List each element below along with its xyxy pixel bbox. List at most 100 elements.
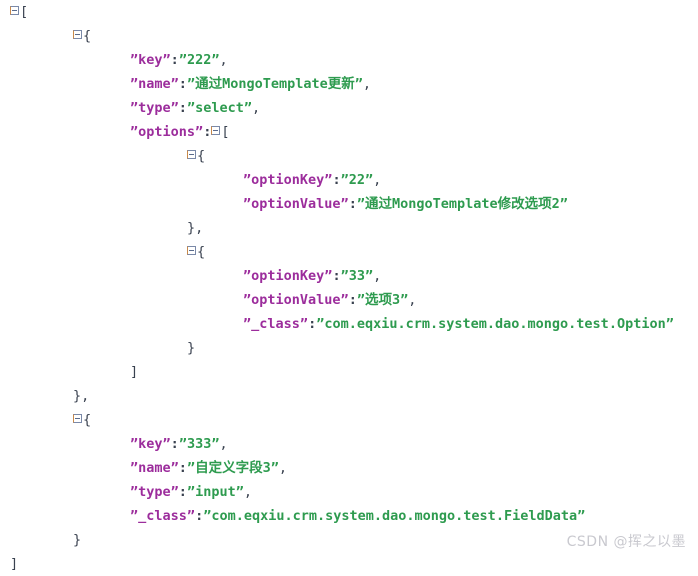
json-key: optionKey [251,268,325,284]
json-key: _class [251,316,300,332]
json-colon: : [332,172,341,188]
json-quote: ” [243,172,252,188]
json-value: 33 [348,268,365,284]
json-colon: : [178,100,187,116]
json-quote: ” [270,460,279,476]
json-key: name [138,460,171,476]
json-punctuation: } [73,532,82,548]
json-line: ”type”:”input”, [0,480,698,504]
json-line: ] [0,360,698,384]
json-line: }, [0,384,698,408]
collapse-toggle-icon[interactable] [10,6,19,15]
collapse-toggle-icon[interactable] [187,150,196,159]
json-punctuation: { [197,244,206,260]
json-line: ”_class”:”com.eqxiu.crm.system.dao.mongo… [0,312,698,336]
json-quote: ” [186,100,196,116]
json-line: ”optionValue”:”选项3”, [0,288,698,312]
json-colon: : [308,316,317,332]
json-quote: ” [186,76,196,92]
json-value: 22 [348,172,365,188]
json-line: }, [0,216,698,240]
json-value: 选项3 [364,292,401,308]
json-quote: ” [170,460,179,476]
json-punctuation: , [252,100,261,116]
json-quote: ” [170,100,179,116]
json-value: select [195,100,244,116]
json-key: _class [138,508,187,524]
json-quote: ” [170,76,179,92]
json-quote: ” [243,316,252,332]
json-line: { [0,240,698,264]
json-colon: : [178,76,187,92]
json-line: ”options”: [ [0,120,698,144]
json-line: { [0,408,698,432]
json-quote: ” [364,268,374,284]
json-quote: ” [186,508,196,524]
json-value: 自定义字段3 [195,460,271,476]
json-key: options [138,124,196,140]
json-quote: ” [162,52,171,68]
json-quote: ” [356,292,365,308]
json-key: optionValue [251,292,341,308]
json-tree-viewer: [{”key”:”222”, ”name”:”通过MongoTemplate更新”… [0,0,698,572]
json-quote: ” [130,508,139,524]
json-quote: ” [130,76,139,92]
collapse-toggle-icon[interactable] [73,414,82,423]
json-quote: ” [559,196,568,212]
json-quote: ” [340,292,349,308]
json-quote: ” [340,196,349,212]
json-quote: ” [130,436,139,452]
json-line: ”optionValue”:”通过MongoTemplate修改选项2” [0,192,698,216]
json-line: ”_class”:”com.eqxiu.crm.system.dao.mongo… [0,504,698,528]
json-key: key [138,52,163,68]
json-value: 通过MongoTemplate更新 [195,76,355,92]
json-quote: ” [186,460,196,476]
json-punctuation: { [83,28,92,44]
json-colon: : [332,268,341,284]
collapse-toggle-icon[interactable] [73,30,82,39]
json-punctuation: , [243,484,252,500]
json-punctuation: ] [130,364,139,380]
collapse-toggle-icon[interactable] [211,126,221,135]
json-quote: ” [577,508,586,524]
json-punctuation: , [373,172,382,188]
json-line: ”key”:”333”, [0,432,698,456]
json-value: com.eqxiu.crm.system.dao.mongo.test.Opti… [324,316,666,332]
json-punctuation: ] [10,556,19,572]
json-line: [ [0,0,698,24]
collapse-toggle-icon[interactable] [187,246,196,255]
json-colon: : [170,436,179,452]
json-quote: ” [356,196,365,212]
json-key: optionKey [251,172,325,188]
json-colon: : [178,484,187,500]
json-colon: : [203,124,212,140]
json-line: ”name”:”自定义字段3”, [0,456,698,480]
json-key: key [138,436,163,452]
json-punctuation: { [197,148,206,164]
json-colon: : [195,508,204,524]
json-quote: ” [243,268,252,284]
json-key: type [138,100,171,116]
json-line: } [0,336,698,360]
json-colon: : [170,52,179,68]
json-quote: ” [665,316,674,332]
json-punctuation: [ [20,4,29,20]
json-quote: ” [195,124,204,140]
json-quote: ” [243,100,252,116]
json-quote: ” [130,124,139,140]
json-punctuation: [ [221,124,230,140]
json-quote: ” [170,484,179,500]
json-value: 通过MongoTemplate修改选项2 [364,196,560,212]
json-value: 222 [186,52,212,68]
json-quote: ” [243,196,252,212]
json-punctuation: , [373,268,382,284]
json-quote: ” [340,268,349,284]
json-punctuation: }, [73,388,90,404]
json-quote: ” [162,436,171,452]
json-quote: ” [178,52,187,68]
json-punctuation: } [187,340,196,356]
json-line: { [0,24,698,48]
json-line: ] [0,552,698,576]
json-punctuation: { [83,412,92,428]
json-punctuation: , [219,52,228,68]
